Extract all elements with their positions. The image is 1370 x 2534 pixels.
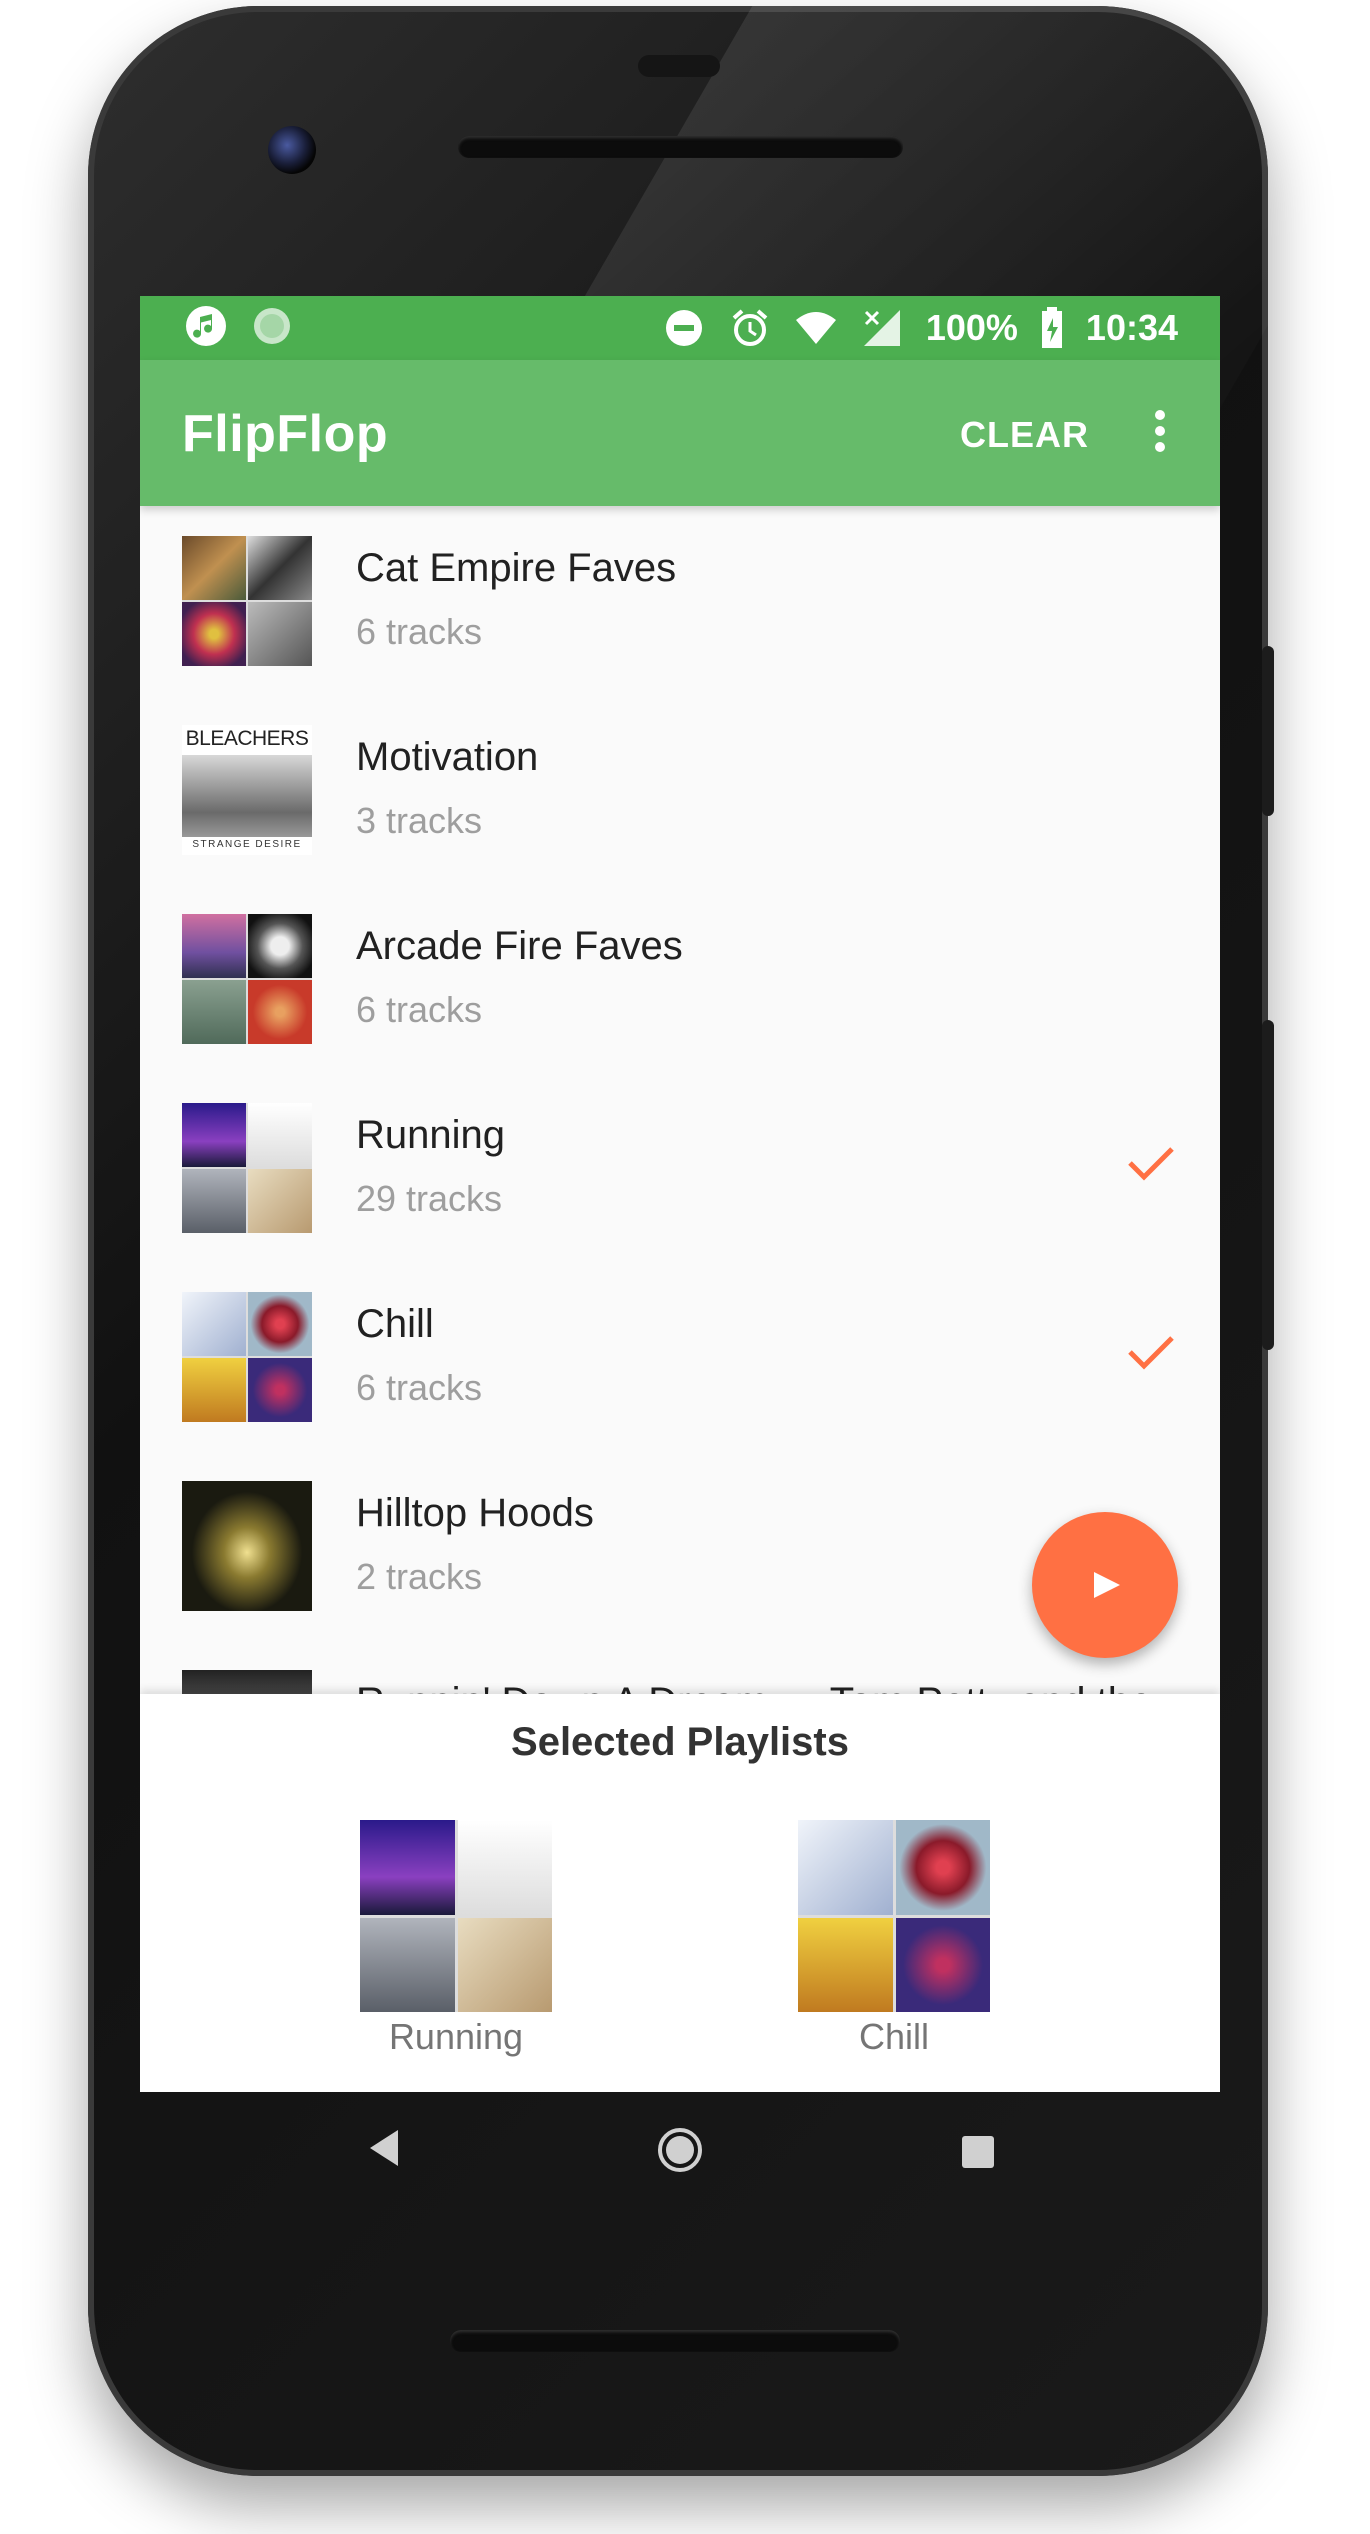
track-count: 29 tracks (356, 1178, 503, 1219)
app-bar: FlipFlop CLEAR (140, 360, 1220, 506)
earpiece-speaker (458, 136, 903, 158)
alarm-icon (732, 309, 768, 346)
power-button (1262, 646, 1274, 816)
selected-playlist-running[interactable]: Running (346, 1820, 566, 2058)
selected-playlist-label: Running (388, 2016, 524, 2057)
artwork-text: BLEACHERS (185, 727, 309, 750)
track-count: 6 tracks (356, 989, 483, 1030)
list-item[interactable]: BLEACHERS STRANGE DESIRE Motivation 3 tr… (140, 695, 1220, 884)
recents-icon[interactable] (962, 2136, 994, 2168)
check-icon (1128, 1147, 1174, 1181)
playlist-artwork (182, 536, 312, 666)
track-count: 6 tracks (356, 1367, 483, 1408)
app-title: FlipFlop (182, 405, 389, 463)
selected-playlist-label: Chill (858, 2016, 929, 2057)
wifi-icon (795, 312, 836, 344)
playlist-title: Hilltop Hoods (356, 1491, 594, 1535)
artwork-photo (182, 755, 312, 837)
music-note-icon (186, 306, 226, 346)
playlist-artwork: BLEACHERS STRANGE DESIRE (182, 725, 312, 855)
list-item[interactable]: Chill 6 tracks (140, 1262, 1220, 1451)
proximity-sensor (638, 55, 720, 77)
clear-button[interactable]: CLEAR (960, 414, 1089, 456)
list-item[interactable]: Arcade Fire Faves 6 tracks (140, 884, 1220, 1073)
volume-button (1262, 1020, 1274, 1350)
sync-circle-icon (254, 308, 290, 344)
list-item[interactable]: Running 29 tracks (140, 1073, 1220, 1262)
play-fab[interactable] (1032, 1512, 1178, 1658)
home-icon[interactable] (656, 2126, 704, 2174)
selected-playlists-panel: Selected Playlists Running Chill (140, 1694, 1220, 2092)
bottom-speaker (450, 2330, 900, 2352)
screen: 100% 10:34 FlipFlop CLEAR Cat Empire Fav… (140, 296, 1220, 2092)
playlist-title: Motivation (356, 735, 539, 779)
signal-icon (863, 310, 900, 346)
battery-percent: 100% (925, 307, 1018, 348)
status-bar: 100% 10:34 (140, 296, 1220, 360)
playlist-artwork (182, 914, 312, 1044)
playlist-artwork (360, 1820, 552, 2012)
overflow-menu-icon[interactable] (1140, 404, 1180, 464)
selected-playlist-chill[interactable]: Chill (784, 1820, 1004, 2058)
do-not-disturb-icon (665, 310, 702, 346)
artwork-caption: STRANGE DESIRE (192, 839, 302, 850)
list-item[interactable]: Cat Empire Faves 6 tracks (140, 506, 1220, 695)
panel-title: Selected Playlists (511, 1720, 849, 1764)
playlist-title: Arcade Fire Faves (356, 924, 683, 968)
battery-charging-icon (1041, 307, 1062, 348)
play-icon (1094, 1572, 1120, 1598)
playlist-artwork (182, 1481, 312, 1611)
track-count: 6 tracks (356, 611, 483, 652)
playlist-artwork (182, 1103, 312, 1233)
playlist-artwork (798, 1820, 990, 2012)
back-icon[interactable] (364, 2124, 404, 2172)
playlist-title: Cat Empire Faves (356, 546, 677, 590)
track-count: 3 tracks (356, 800, 483, 841)
playlist-artwork (182, 1292, 312, 1422)
track-count: 2 tracks (356, 1556, 483, 1597)
playlist-title: Running (356, 1113, 506, 1157)
check-icon (1128, 1336, 1174, 1370)
front-camera (268, 126, 316, 174)
playlist-title: Chill (356, 1302, 434, 1346)
clock: 10:34 (1085, 307, 1178, 348)
